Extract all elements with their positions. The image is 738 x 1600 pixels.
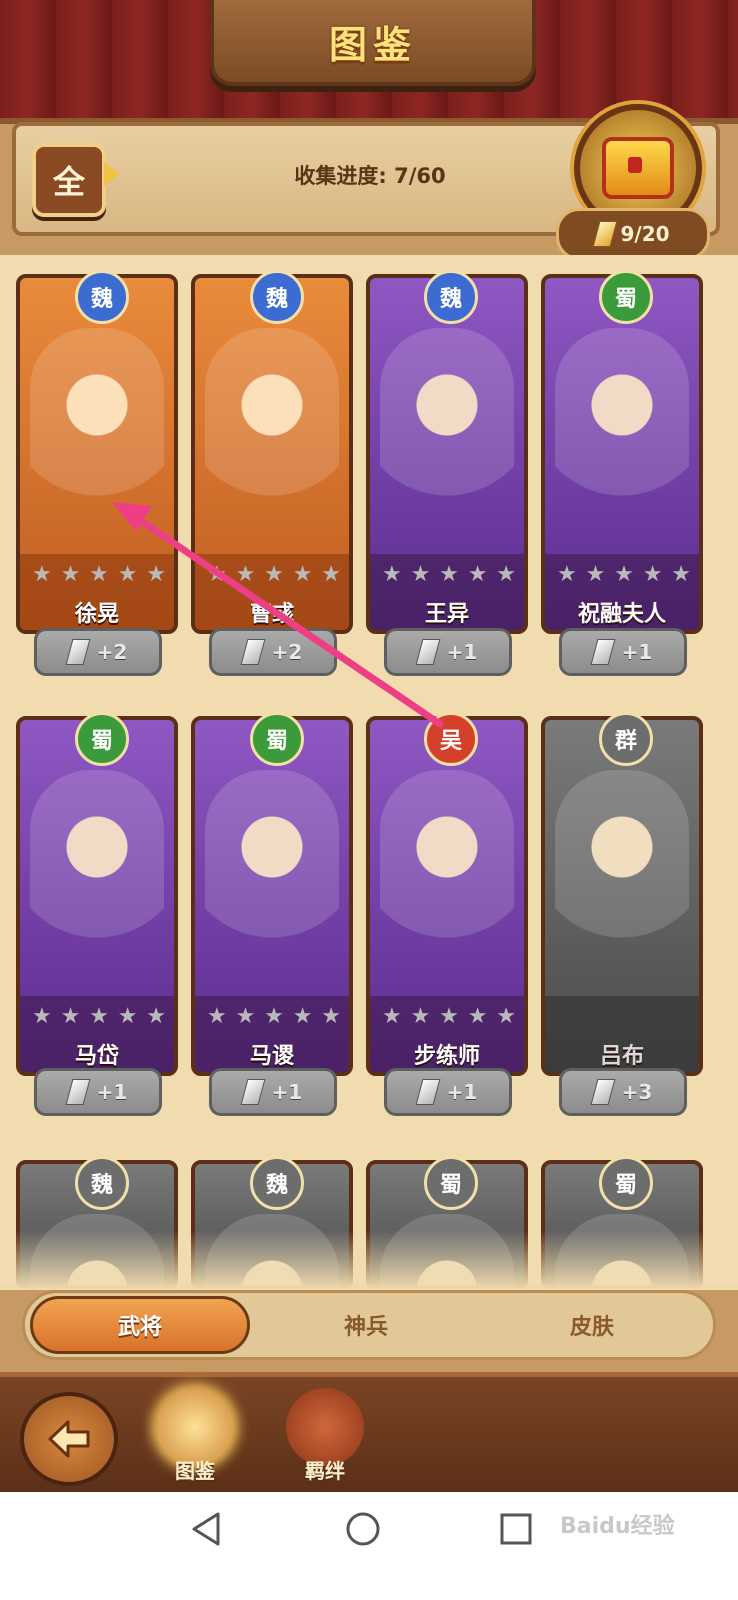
faction-badge: 群 <box>599 712 653 766</box>
treasure-chest-icon <box>602 137 674 199</box>
fragment-gem-icon <box>240 639 266 665</box>
fragment-button[interactable]: +2 <box>209 628 337 676</box>
faction-badge: 蜀 <box>424 1156 478 1210</box>
faction-badge: 魏 <box>75 270 129 324</box>
page-title: 图鉴 <box>328 22 417 67</box>
back-arrow-icon <box>48 1420 90 1458</box>
fragment-button[interactable]: +1 <box>209 1068 337 1116</box>
tab-divine-weapons[interactable]: 神兵 <box>256 1296 476 1354</box>
faction-badge: 魏 <box>75 1156 129 1210</box>
hero-name: 马谡 <box>249 1044 294 1069</box>
fragment-gem-icon <box>415 1079 441 1105</box>
hero-portrait <box>30 328 164 548</box>
fragment-gem-icon <box>592 221 618 247</box>
faction-badge: 魏 <box>250 1156 304 1210</box>
fragment-count: +3 <box>621 1080 653 1104</box>
tab-skins[interactable]: 皮肤 <box>482 1296 702 1354</box>
fragment-button[interactable]: +1 <box>384 1068 512 1116</box>
fragment-button[interactable]: +3 <box>559 1068 687 1116</box>
faction-badge: 蜀 <box>599 1156 653 1210</box>
hero-card[interactable]: ★ ★ ★ ★ ★ 马谡 <box>191 716 353 1076</box>
hero-name: 祝融夫人 <box>577 602 666 627</box>
fragment-gem-icon <box>590 639 616 665</box>
hero-portrait <box>555 328 689 548</box>
faction-badge: 蜀 <box>250 712 304 766</box>
star-rating: ★ ★ ★ ★ ★ <box>557 562 691 587</box>
back-button[interactable] <box>20 1392 118 1486</box>
system-back-icon[interactable] <box>186 1508 228 1550</box>
star-rating: ★ ★ ★ ★ ★ <box>207 562 341 587</box>
tab-generals[interactable]: 武将 <box>30 1296 250 1354</box>
filter-expand-arrow-icon[interactable] <box>104 162 120 186</box>
fragment-gem-icon <box>65 639 91 665</box>
fragment-count: +2 <box>96 640 128 664</box>
hero-card[interactable]: ★ ★ ★ ★ ★ 祝融夫人 <box>541 274 703 634</box>
hero-name: 马岱 <box>74 1044 119 1069</box>
hero-portrait <box>30 770 164 990</box>
fragment-count: +1 <box>446 1080 478 1104</box>
hero-portrait <box>205 770 339 990</box>
star-rating: ★ ★ ★ ★ ★ <box>382 562 516 587</box>
system-home-icon[interactable] <box>342 1508 384 1550</box>
title-plaque: 图鉴 <box>210 0 536 86</box>
faction-badge: 魏 <box>424 270 478 324</box>
hero-card[interactable]: ★ ★ ★ ★ ★ 曹彧 <box>191 274 353 634</box>
fragment-button[interactable]: +2 <box>34 628 162 676</box>
hero-card[interactable]: ★ ★ ★ ★ ★ 徐晃 <box>16 274 178 634</box>
fragment-button[interactable]: +1 <box>384 628 512 676</box>
hero-name: 徐晃 <box>74 602 119 627</box>
hero-name: 王异 <box>424 602 469 627</box>
chest-fragment-counter: 9/20 <box>556 208 710 260</box>
star-rating: ★ ★ ★ ★ ★ <box>207 1004 341 1029</box>
chest-fragment-count: 9/20 <box>620 222 670 246</box>
nav-bond-label: 羁绊 <box>305 1459 345 1483</box>
hero-portrait <box>555 770 689 990</box>
system-recents-icon[interactable] <box>497 1510 535 1548</box>
star-rating: ★ ★ ★ ★ ★ <box>32 1004 166 1029</box>
fragment-count: +1 <box>271 1080 303 1104</box>
grid-fade <box>0 1230 738 1290</box>
faction-badge: 蜀 <box>75 712 129 766</box>
fragment-button[interactable]: +1 <box>34 1068 162 1116</box>
nav-atlas-label: 图鉴 <box>175 1459 215 1483</box>
collection-progress: 收集进度: 7/60 <box>294 164 446 188</box>
fragment-gem-icon <box>415 639 441 665</box>
hero-portrait <box>380 770 514 990</box>
fragment-gem-icon <box>590 1079 616 1105</box>
hero-card[interactable]: 吕布 <box>541 716 703 1076</box>
hero-portrait <box>380 328 514 548</box>
fragment-count: +1 <box>96 1080 128 1104</box>
faction-badge: 魏 <box>250 270 304 324</box>
fragment-gem-icon <box>65 1079 91 1105</box>
hero-card[interactable]: ★ ★ ★ ★ ★ 马岱 <box>16 716 178 1076</box>
hero-portrait <box>205 328 339 548</box>
fragment-count: +1 <box>446 640 478 664</box>
filter-button[interactable]: 全 <box>32 143 106 217</box>
fragment-count: +2 <box>271 640 303 664</box>
faction-badge: 吴 <box>424 712 478 766</box>
hero-name: 步练师 <box>413 1044 480 1069</box>
nav-atlas[interactable]: 图鉴 <box>140 1380 250 1490</box>
fragment-count: +1 <box>621 640 653 664</box>
fragment-gem-icon <box>240 1079 266 1105</box>
star-rating: ★ ★ ★ ★ ★ <box>382 1004 516 1029</box>
watermark: Baidu经验 <box>560 1514 675 1539</box>
star-rating: ★ ★ ★ ★ ★ <box>32 562 166 587</box>
faction-badge: 蜀 <box>599 270 653 324</box>
filter-label: 全 <box>52 163 85 201</box>
hero-card[interactable]: ★ ★ ★ ★ ★ 步练师 <box>366 716 528 1076</box>
nav-bond[interactable]: 羁绊 <box>270 1380 380 1490</box>
hero-name: 曹彧 <box>249 602 294 627</box>
fragment-button[interactable]: +1 <box>559 628 687 676</box>
hero-name: 吕布 <box>599 1044 644 1069</box>
hero-card[interactable]: ★ ★ ★ ★ ★ 王异 <box>366 274 528 634</box>
